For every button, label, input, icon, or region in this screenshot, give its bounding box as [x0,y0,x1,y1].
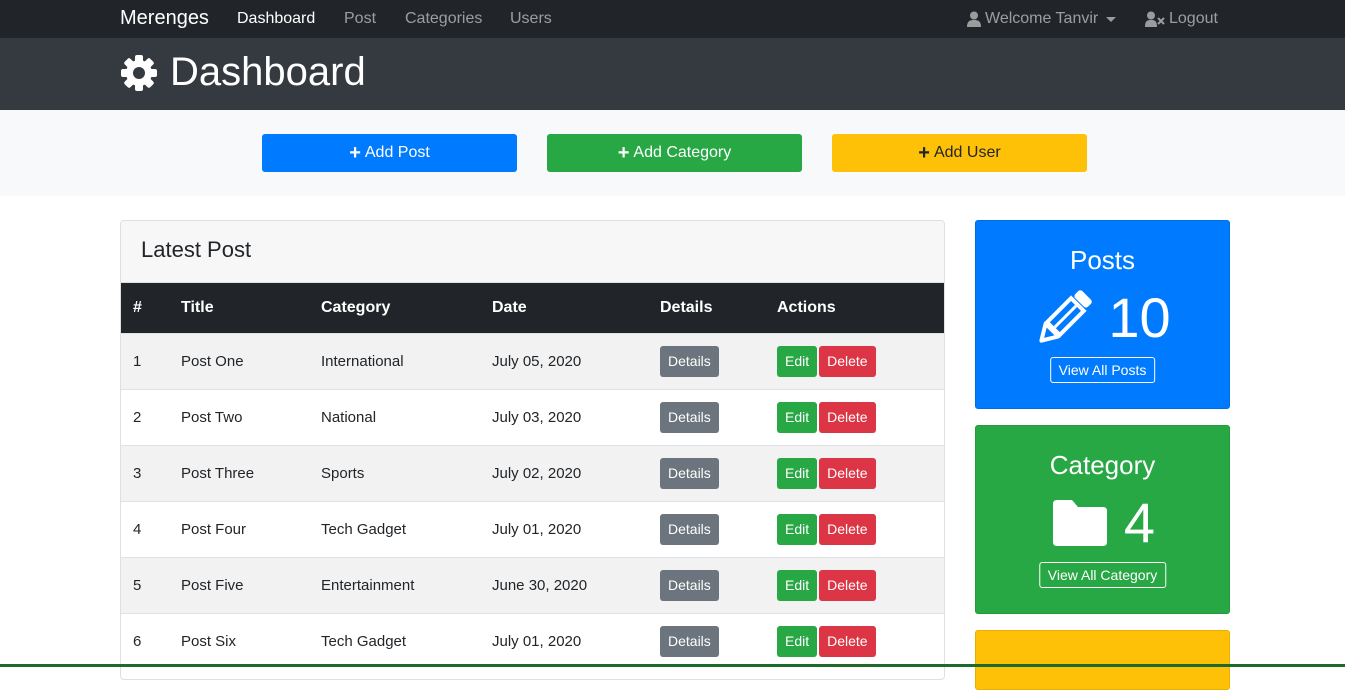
plus-icon: + [918,142,930,164]
pencil-icon [1039,289,1093,343]
row-number: 6 [133,632,142,650]
posts-table: # Title Category Date Details Actions 1 … [121,283,944,669]
plus-icon: + [617,142,630,164]
gear-icon [121,54,157,91]
table-row: 3 Post Three Sports July 02, 2020 Detail… [121,445,944,501]
nav-users[interactable]: Users [510,10,552,28]
add-category-label: Add Category [633,144,732,161]
plus-icon: + [349,142,361,164]
table-row: 6 Post Six Tech Gadget July 01, 2020 Det… [121,613,944,669]
row-title: Post Four [181,520,247,538]
col-number: # [133,298,142,316]
table-header-row: # Title Category Date Details Actions [121,283,944,333]
row-number: 3 [133,464,142,482]
details-button[interactable]: Details [660,457,719,489]
category-stat-card: Category 4 View All Category [975,425,1230,614]
col-date: Date [492,298,527,316]
brand-logo[interactable]: Merenges [120,7,209,30]
row-date: July 01, 2020 [492,520,582,538]
row-date: June 30, 2020 [492,576,588,594]
row-category: Sports [321,464,365,482]
edit-button[interactable]: Edit [777,569,818,601]
col-category: Category [321,298,391,316]
row-category: Tech Gadget [321,632,407,650]
row-title: Post Five [181,576,244,594]
delete-button[interactable]: Delete [819,513,876,545]
page-title: Dashboard [120,50,366,95]
details-button[interactable]: Details [660,625,719,657]
details-button[interactable]: Details [660,345,719,377]
col-title: Title [181,298,214,316]
user-times-icon [1145,11,1165,27]
folder-icon [1052,499,1107,546]
details-button[interactable]: Details [660,401,719,433]
user-icon [967,11,981,27]
logout-link[interactable]: Logout [1145,10,1218,28]
add-user-button[interactable]: + Add User [832,134,1087,172]
row-title: Post One [181,352,244,370]
table-row: 4 Post Four Tech Gadget July 01, 2020 De… [121,501,944,557]
view-all-category-button[interactable]: View All Category [1038,562,1167,588]
edit-button[interactable]: Edit [777,345,818,377]
nav-post[interactable]: Post [344,10,376,28]
page-header: Dashboard [0,38,1345,110]
row-number: 4 [133,520,142,538]
col-actions: Actions [777,298,836,316]
edit-button[interactable]: Edit [777,401,818,433]
posts-count: 10 [1108,286,1171,349]
welcome-text: Welcome Tanvir [985,10,1099,27]
row-title: Post Three [181,464,255,482]
row-number: 1 [133,352,142,370]
add-user-label: Add User [933,144,1001,161]
delete-button[interactable]: Delete [819,625,876,657]
row-title: Post Six [181,632,237,650]
category-stat-title: Category [1049,450,1156,480]
delete-button[interactable]: Delete [819,457,876,489]
add-post-button[interactable]: + Add Post [262,134,517,172]
view-all-posts-button[interactable]: View All Posts [1049,357,1156,383]
nav-dashboard[interactable]: Dashboard [237,10,315,28]
row-date: July 05, 2020 [492,352,582,370]
nav-categories[interactable]: Categories [405,10,482,28]
details-button[interactable]: Details [660,569,719,601]
delete-button[interactable]: Delete [819,345,876,377]
table-row: 5 Post Five Entertainment June 30, 2020 … [121,557,944,613]
row-number: 2 [133,408,142,426]
row-date: July 02, 2020 [492,464,582,482]
edit-button[interactable]: Edit [777,457,818,489]
row-date: July 03, 2020 [492,408,582,426]
table-row: 2 Post Two National July 03, 2020 Detail… [121,389,944,445]
row-date: July 01, 2020 [492,632,582,650]
add-post-label: Add Post [364,144,430,161]
edit-button[interactable]: Edit [777,625,818,657]
users-stat-card [975,630,1230,690]
posts-stat-card: Posts 10 View All Posts [975,220,1230,409]
col-details: Details [660,298,713,316]
row-category: Tech Gadget [321,520,407,538]
user-dropdown[interactable]: Welcome Tanvir [967,10,1117,28]
latest-post-card: Latest Post # Title Category Date Detail… [120,220,945,680]
edit-button[interactable]: Edit [777,513,818,545]
quick-actions-bar: + Add Post + Add Category + Add User [0,110,1345,196]
posts-stat-title: Posts [1069,245,1136,275]
top-navbar: Merenges Dashboard Post Categories Users… [0,0,1345,38]
chevron-down-icon [1106,16,1117,22]
table-row: 1 Post One International July 05, 2020 D… [121,333,944,389]
add-category-button[interactable]: + Add Category [547,134,802,172]
category-count: 4 [1123,491,1156,554]
row-number: 5 [133,576,142,594]
page-title-text: Dashboard [170,50,366,94]
row-title: Post Two [181,408,243,426]
row-category: Entertainment [321,576,415,594]
latest-post-title: Latest Post [121,221,944,283]
row-category: National [321,408,377,426]
delete-button[interactable]: Delete [819,569,876,601]
logout-label: Logout [1169,10,1218,27]
row-category: International [321,352,404,370]
details-button[interactable]: Details [660,513,719,545]
delete-button[interactable]: Delete [819,401,876,433]
